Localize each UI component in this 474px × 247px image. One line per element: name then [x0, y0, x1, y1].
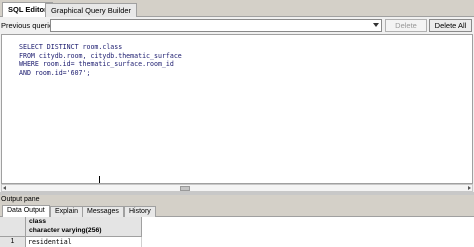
- sql-line: SELECT DISTINCT room.class: [19, 43, 123, 51]
- table-cell[interactable]: residential: [26, 237, 142, 247]
- sql-line: AND room.id='607';: [19, 69, 91, 78]
- row-number[interactable]: 1: [0, 237, 26, 247]
- sql-line: WHERE room.id= thematic_surface.room_id: [19, 60, 174, 69]
- text-cursor: [99, 176, 100, 183]
- tab-graphical-query-builder[interactable]: Graphical Query Builder: [45, 3, 138, 17]
- arrow-right-icon[interactable]: [468, 186, 471, 190]
- chevron-down-icon[interactable]: [373, 23, 379, 27]
- sql-text[interactable]: SELECT DISTINCT room.class FROM citydb.ro…: [19, 43, 182, 78]
- column-header-class[interactable]: class character varying(256): [26, 217, 142, 237]
- sql-editor[interactable]: SELECT DISTINCT room.class FROM citydb.ro…: [1, 34, 473, 184]
- result-grid: class character varying(256) 1 residenti…: [0, 217, 474, 247]
- delete-all-button[interactable]: Delete All: [429, 19, 472, 32]
- output-tabbar: Data Output Explain Messages History: [0, 204, 474, 218]
- sql-line: FROM citydb.room, citydb.thematic_surfac…: [19, 51, 182, 60]
- tab-history[interactable]: History: [124, 206, 156, 217]
- editor-horizontal-scrollbar[interactable]: [1, 184, 473, 192]
- output-pane-title: Output pane: [0, 195, 474, 204]
- tab-explain[interactable]: Explain: [50, 206, 83, 217]
- previous-queries-label: Previous queries: [1, 21, 57, 30]
- scrollbar-thumb[interactable]: [180, 186, 190, 191]
- arrow-left-icon[interactable]: [3, 186, 6, 190]
- editor-tabbar: SQL Editor Graphical Query Builder: [0, 0, 474, 18]
- delete-button[interactable]: Delete: [385, 19, 427, 32]
- previous-queries-dropdown[interactable]: [50, 19, 382, 32]
- tab-messages[interactable]: Messages: [82, 206, 124, 217]
- previous-queries-bar: Previous queries Delete Delete All: [0, 17, 474, 34]
- column-type: character varying(256): [29, 226, 102, 234]
- column-name: class: [29, 218, 47, 225]
- grid-corner[interactable]: [0, 217, 26, 237]
